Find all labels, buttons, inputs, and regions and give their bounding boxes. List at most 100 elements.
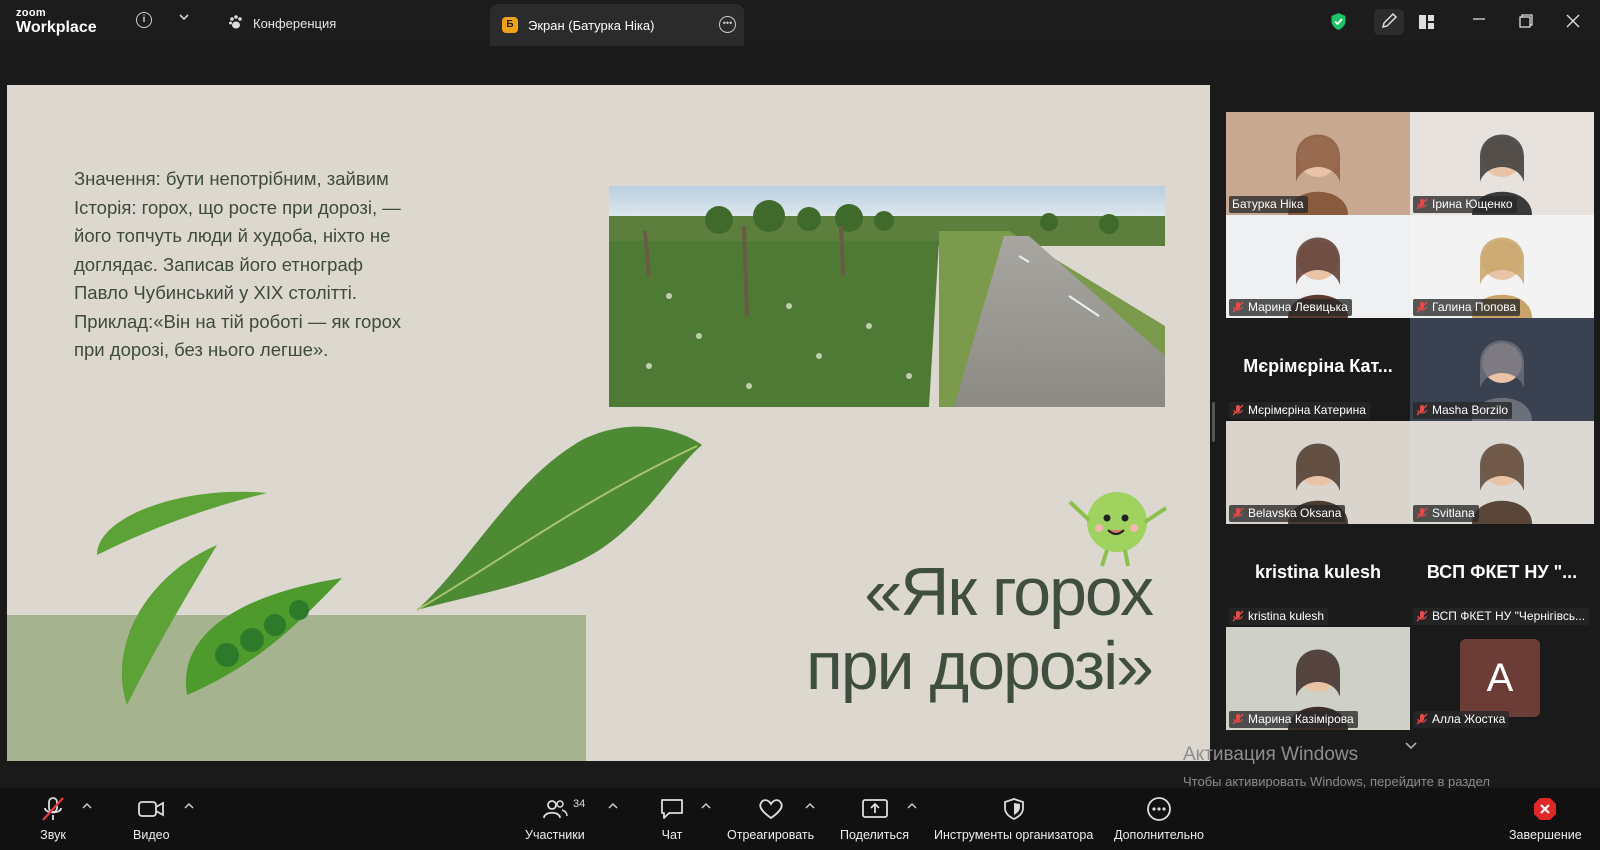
security-shield-icon[interactable] (1330, 12, 1347, 36)
participant-tile[interactable]: kristina kulesh kristina kulesh (1226, 524, 1410, 627)
react-options-caret-icon[interactable] (805, 801, 815, 813)
slide-line: доглядає. Записав його етнограф (74, 253, 363, 275)
participant-tile[interactable]: Мєрімєріна Кат... Мєрімєріна Катерина (1226, 318, 1410, 421)
participant-tile[interactable]: Masha Borzilo (1410, 318, 1594, 421)
participant-name-bar: Мєрімєріна Катерина (1229, 402, 1370, 419)
participants-options-caret-icon[interactable] (608, 801, 618, 813)
participant-name-bar: kristina kulesh (1229, 608, 1329, 625)
slide-line: при дорозі, без нього легше». (74, 339, 329, 360)
slide-line: Значення: бути непотрібним, зайвим (74, 168, 389, 189)
video-options-caret-icon[interactable] (184, 801, 194, 813)
mic-muted-icon (1232, 713, 1244, 725)
participant-name-bar: ВСП ФКЕТ НУ "Чернігівсь... (1413, 608, 1590, 625)
view-layout-icon[interactable] (1418, 14, 1435, 35)
info-icon[interactable]: i (136, 12, 152, 28)
close-icon[interactable] (1566, 14, 1580, 33)
tab-screen-share[interactable]: Б Экран (Батурка Ніка) ••• (490, 4, 744, 46)
title-bar: zoom Workplace i Конференция Б Экран (Ба… (0, 0, 1600, 46)
slide-line: його топчуть люди й худоба, ніхто не (74, 225, 391, 246)
participant-name: Ірина Ющенко (1432, 197, 1513, 211)
tab-conference[interactable]: Конференция (228, 0, 336, 46)
share-options-caret-icon[interactable] (907, 801, 917, 813)
share-button[interactable]: Поделиться (840, 794, 909, 842)
participants-label: Участники (525, 828, 585, 842)
annotate-pen-icon[interactable] (1374, 9, 1404, 35)
audio-options-caret-icon[interactable] (82, 801, 92, 813)
more-button[interactable]: Дополнительно (1114, 794, 1204, 842)
audio-button[interactable]: Звук (40, 794, 66, 842)
road-pea-field-photo (609, 186, 1165, 407)
participant-name: Мєрімєріна Катерина (1248, 403, 1366, 417)
panel-splitter-handle[interactable] (1212, 402, 1215, 442)
participant-tile[interactable]: ВСП ФКЕТ НУ "... ВСП ФКЕТ НУ "Чернігівсь.… (1410, 524, 1594, 627)
end-meeting-button[interactable]: Завершение (1509, 794, 1582, 842)
participant-tile[interactable]: Галина Попова (1410, 215, 1594, 318)
chat-button[interactable]: Чат (659, 794, 685, 842)
chat-label: Чат (661, 828, 683, 842)
leaf-illustration (416, 426, 702, 611)
participant-tile[interactable]: Ірина Ющенко (1410, 112, 1594, 215)
chat-options-caret-icon[interactable] (701, 801, 711, 813)
camera-icon (137, 794, 165, 824)
participant-tile[interactable]: Svitlana (1410, 421, 1594, 524)
participant-name-bar: Алла Жостка (1413, 711, 1510, 728)
pea-pods-illustration (97, 491, 342, 705)
participant-tile[interactable]: A Алла Жостка (1410, 627, 1594, 730)
audio-label: Звук (40, 828, 66, 842)
mic-muted-icon (1416, 301, 1428, 313)
participant-tile[interactable]: Марина Казімірова (1226, 627, 1410, 730)
participant-tile[interactable]: Марина Левицька (1226, 215, 1410, 318)
participant-name-bar: Ірина Ющенко (1413, 196, 1517, 213)
participant-name-bar: Belavska Oksana (1229, 505, 1346, 522)
participant-name-bar: Марина Казімірова (1229, 711, 1358, 728)
shared-screen-slide: Значення: бути непотрібним, зайвим Істор… (7, 85, 1210, 761)
participant-display-name: kristina kulesh (1254, 562, 1382, 582)
share-label: Поделиться (840, 828, 910, 842)
mic-muted-icon (1416, 507, 1428, 519)
meeting-stage: Значення: бути непотрібним, зайвим Істор… (0, 46, 1600, 788)
slide-line: Приклад:«Він на тій роботі — як горох (74, 310, 401, 332)
chat-bubble-icon (659, 794, 685, 824)
participant-name: ВСП ФКЕТ НУ "Чернігівсь... (1432, 609, 1586, 623)
share-screen-icon (861, 794, 889, 824)
host-tools-button[interactable]: Инструменты организатора (934, 794, 1093, 842)
heart-icon (757, 794, 785, 824)
participant-tile[interactable]: Батурка Ніка (1226, 112, 1410, 215)
participant-name: Батурка Ніка (1232, 197, 1304, 211)
zoom-logo: zoom Workplace (16, 8, 97, 36)
more-options-icon[interactable]: ••• (719, 16, 736, 33)
paw-icon (228, 14, 244, 33)
more-dots-icon (1146, 794, 1172, 824)
restore-icon[interactable] (1519, 14, 1533, 33)
slide-title: «Як горох при дорозі» (707, 554, 1154, 704)
mic-muted-icon (1232, 507, 1244, 519)
mic-muted-icon (1232, 301, 1244, 313)
participant-name-bar: Галина Попова (1413, 299, 1521, 316)
end-meeting-icon (1532, 794, 1558, 824)
slide-title-line2: при дорозі» (806, 628, 1154, 704)
participant-display-name: Мєрімєріна Кат... (1243, 356, 1393, 376)
video-button[interactable]: Видео (133, 794, 170, 842)
participant-name-bar: Svitlana (1413, 505, 1479, 522)
mic-muted-icon (1232, 404, 1244, 416)
minimize-icon[interactable] (1472, 12, 1486, 31)
participant-name: Belavska Oksana (1248, 506, 1342, 520)
tab-screen-badge: Б (502, 17, 518, 33)
mic-muted-icon (1416, 198, 1428, 210)
video-label: Видео (133, 828, 170, 842)
participants-icon (542, 794, 568, 824)
mic-muted-icon (1416, 610, 1428, 622)
participants-count-badge: 34 (573, 798, 586, 810)
shield-icon (1003, 794, 1025, 824)
meeting-toolbar: Звук Видео Участники 34 Чат Отреагироват… (0, 788, 1600, 850)
chevron-down-icon[interactable] (178, 11, 190, 26)
slide-title-line1: «Як горох (864, 554, 1154, 630)
slide-line: Павло Чубинський у XIX столітті. (74, 282, 357, 303)
slide-line: Історія: горох, що росте при дорозі, — (74, 196, 401, 218)
react-button[interactable]: Отреагировать (727, 794, 814, 842)
participant-tile[interactable]: Belavska Oksana (1226, 421, 1410, 524)
gallery-collapse-chevron-icon[interactable] (1404, 738, 1418, 754)
participant-name: Марина Казімірова (1248, 712, 1354, 726)
participant-name-bar: Masha Borzilo (1413, 402, 1513, 419)
host-tools-label: Инструменты организатора (934, 828, 1094, 842)
